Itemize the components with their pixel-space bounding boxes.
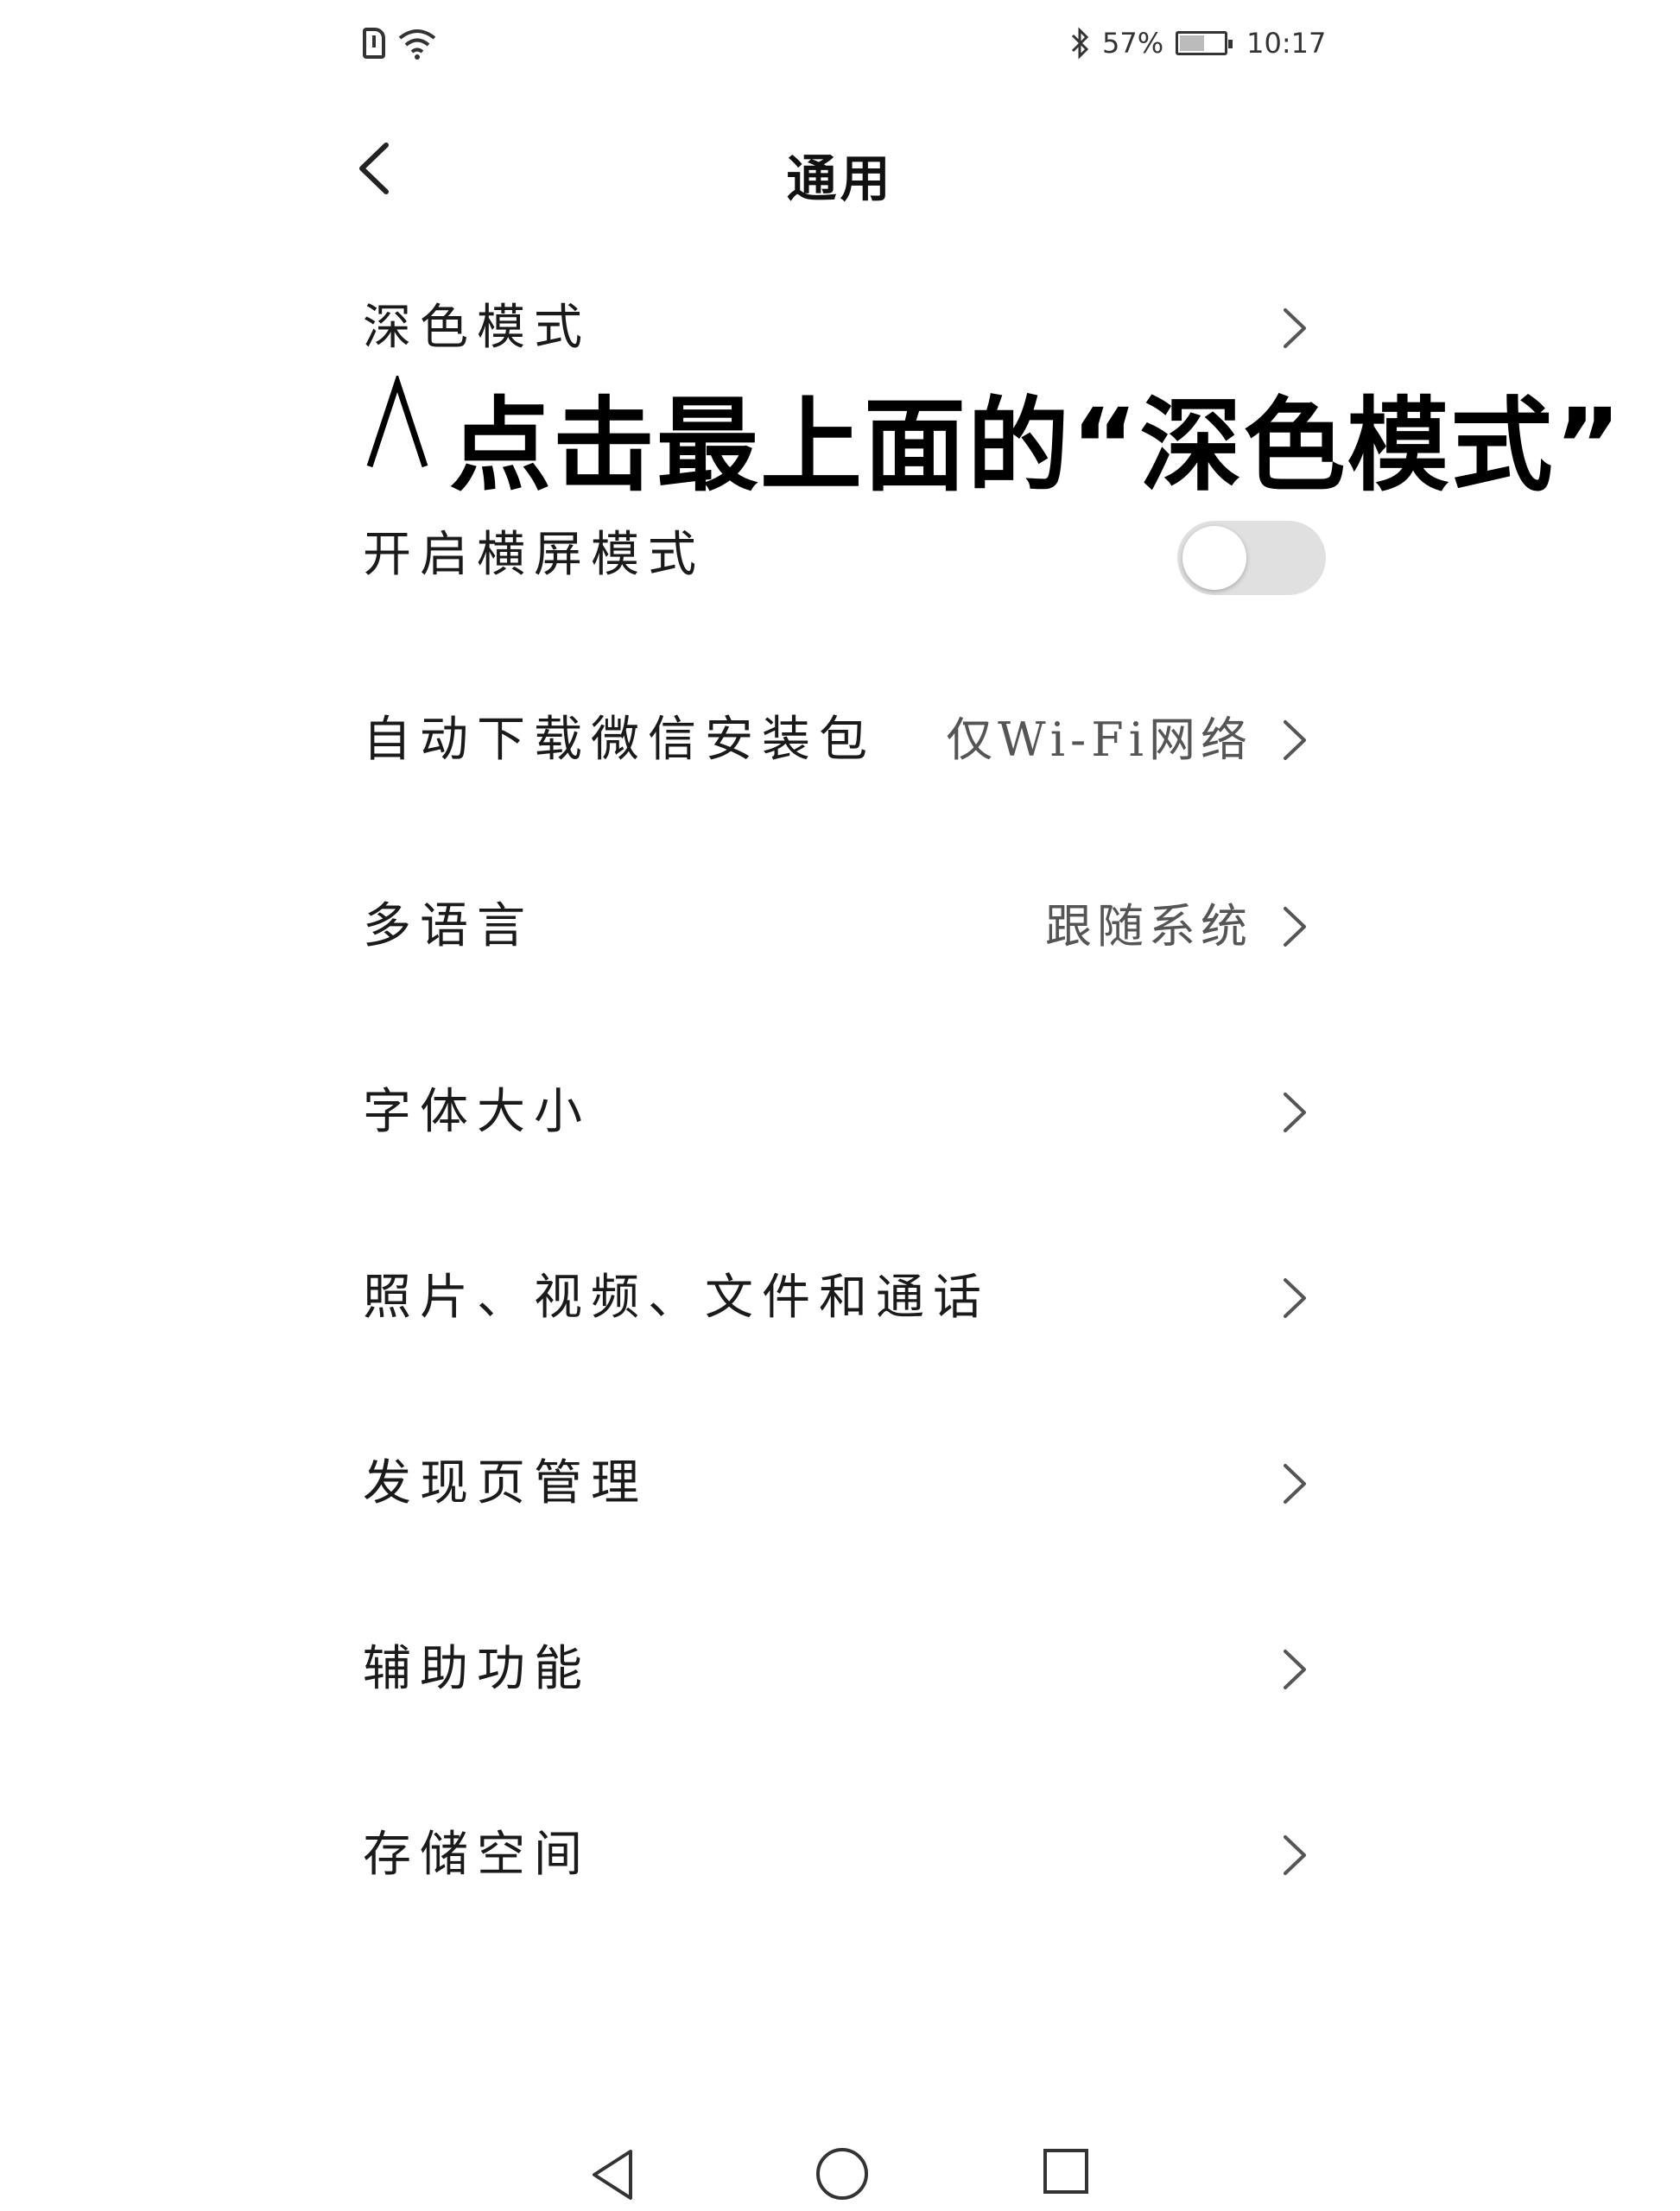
row-value: 仅Wi-Fi网络 xyxy=(946,713,1252,767)
settings-row-landscape[interactable]: 开启横屏模式 xyxy=(363,491,1326,620)
settings-row-discover[interactable]: 发现页管理 xyxy=(363,1419,1322,1549)
row-label: 自动下载微信安装包 xyxy=(363,712,876,768)
chevron-right-icon xyxy=(1284,1278,1306,1318)
chevron-right-icon xyxy=(1284,1464,1306,1504)
caret-up-icon xyxy=(366,376,428,468)
row-value: 跟随系统 xyxy=(1045,899,1252,953)
settings-row-storage[interactable]: 存储空间 xyxy=(363,1790,1322,1920)
row-label: 存储空间 xyxy=(363,1827,591,1883)
settings-row-font-size[interactable]: 字体大小 xyxy=(363,1048,1322,1177)
battery-icon xyxy=(1176,31,1233,55)
clock: 10:17 xyxy=(1246,27,1327,60)
status-bar: 57% 10:17 xyxy=(0,0,1680,86)
landscape-toggle[interactable] xyxy=(1177,521,1326,595)
chevron-right-icon xyxy=(1284,907,1306,947)
battery-percent: 57% xyxy=(1102,27,1164,60)
status-right: 57% 10:17 xyxy=(1069,19,1326,67)
settings-row-language[interactable]: 多语言 跟随系统 xyxy=(363,862,1322,991)
settings-row-auto-download[interactable]: 自动下载微信安装包 仅Wi-Fi网络 xyxy=(363,675,1322,805)
chevron-right-icon xyxy=(1284,1093,1306,1132)
nav-back-icon[interactable] xyxy=(587,2146,639,2203)
status-left xyxy=(363,19,437,67)
chevron-right-icon xyxy=(1284,308,1306,348)
battery-level xyxy=(1180,35,1205,51)
nav-recent-apps-icon[interactable] xyxy=(1043,2149,1088,2194)
nav-home-icon[interactable] xyxy=(816,2148,868,2200)
bluetooth-icon xyxy=(1071,27,1089,60)
overlay-caption: 点击最上面的“深色模式” xyxy=(449,386,1624,505)
row-label: 多语言 xyxy=(363,898,534,954)
chevron-right-icon xyxy=(1284,1650,1306,1689)
settings-row-accessibility[interactable]: 辅助功能 xyxy=(363,1605,1322,1734)
chevron-right-icon xyxy=(1284,1835,1306,1875)
row-label: 照片、视频、文件和通话 xyxy=(363,1270,990,1326)
page-title: 通用 xyxy=(786,149,894,208)
settings-row-media[interactable]: 照片、视频、文件和通话 xyxy=(363,1233,1322,1363)
sim-card-icon xyxy=(363,28,385,59)
row-label: 开启横屏模式 xyxy=(363,527,705,583)
toggle-knob xyxy=(1182,526,1246,590)
row-label: 字体大小 xyxy=(363,1084,591,1140)
chevron-right-icon xyxy=(1284,720,1306,760)
row-label: 发现页管理 xyxy=(363,1455,648,1511)
wifi-icon xyxy=(398,29,436,60)
row-label: 辅助功能 xyxy=(363,1641,591,1697)
